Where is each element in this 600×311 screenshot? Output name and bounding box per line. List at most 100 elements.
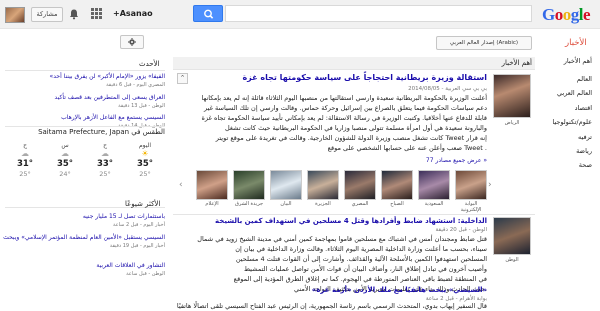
latest-item-link[interactable]: العراق يسعى إلى المتطرفين بعد قصف تأكيد xyxy=(55,94,165,101)
story1-title[interactable]: استقالة وزيرة بريطانية احتجاجاً على سياس… xyxy=(242,73,487,82)
story1-thumbnail-caption[interactable]: الجزيرة xyxy=(308,201,338,207)
nav-item[interactable]: علوم/تكنولوجيا xyxy=(552,118,592,126)
story1-thumbnail[interactable] xyxy=(418,170,450,200)
logo-letter: o xyxy=(562,5,572,24)
bell-icon[interactable] xyxy=(68,8,80,20)
main-section-label: أهم الأخبار xyxy=(501,59,532,67)
main-section-header: أهم الأخبار xyxy=(173,57,535,70)
story2-title[interactable]: الداخلية: استشهاد ضابط وأفرادها وقتل 4 م… xyxy=(215,217,487,225)
search-button[interactable] xyxy=(193,5,223,22)
story-text-line: وأصيب آخرون في تبادل إطلاق النار، وأضاف … xyxy=(243,265,487,273)
story2-meta: الوطن - قبل 20 دقيقة xyxy=(435,227,487,233)
cloud-icon: ☁ xyxy=(61,149,69,158)
story2-photo-caption: الوطن xyxy=(505,257,519,263)
story-text-line: والبارونة سعيدة هي أول امرأة مسلمة تتولى… xyxy=(225,124,487,132)
story-text-line: قتل ضابط ومجندان أمس في اشتباك مع مسلحين… xyxy=(197,235,487,243)
double-chevron-up-icon: ⌃ xyxy=(179,74,186,82)
popular-item-link[interactable]: باستثمارات تصل لـ 15 مليار جنيه xyxy=(83,213,165,220)
weather-temps: 31° 25° xyxy=(10,159,40,178)
latest-item-source: الوطن - قبل 13 دقيقة xyxy=(118,103,165,109)
weather-day: س ☁ 35° 24° xyxy=(50,142,80,178)
story2-photo[interactable] xyxy=(493,217,531,255)
story2-related-text: قال السفير إيهاب بدوي، المتحدث الرسمي با… xyxy=(176,302,487,310)
story1-meta: 2014/08/05 - بي بي سي العربية xyxy=(408,86,487,92)
weather-low: 25° xyxy=(19,170,31,178)
story1-more-sources-link[interactable]: عرض جميع مصادر 77 » xyxy=(426,157,487,164)
chevron-left-icon[interactable]: ‹ xyxy=(179,180,183,190)
logo-letter: e xyxy=(582,5,591,24)
edition-select[interactable]: إصدار العالم العربي (Arabic) xyxy=(436,36,532,50)
story-text-line: صعب وأعلن عنه على حسابها الشخصي على موقع… xyxy=(327,144,487,152)
weather-high: 35° xyxy=(136,159,154,169)
story1-thumbnail[interactable] xyxy=(233,170,265,200)
settings-button[interactable] xyxy=(120,35,144,49)
nav-item[interactable]: رياضة xyxy=(576,147,592,155)
story-text-line: كانت تشغل منصب وزيرة الدولة للشؤون الخار… xyxy=(215,134,487,142)
story1-thumbnail[interactable] xyxy=(270,170,302,200)
nav-item[interactable]: أهم الأخبار xyxy=(564,57,592,65)
avatar[interactable] xyxy=(5,7,25,23)
weather-day-name: ح xyxy=(23,142,27,149)
search-input[interactable] xyxy=(225,5,532,22)
cloud-icon: ☁ xyxy=(101,149,109,158)
story1-thumbnail[interactable] xyxy=(196,170,228,200)
latest-heading: الأحدث xyxy=(139,60,160,68)
user-name-link[interactable]: +Asanao xyxy=(113,9,153,18)
apps-grid-icon[interactable] xyxy=(91,8,102,19)
weather-day-name: اليوم xyxy=(138,142,152,149)
story1-thumbnail-caption[interactable]: الإعلام xyxy=(197,201,227,207)
story1-thumbnail-caption[interactable]: السعودية xyxy=(419,201,449,207)
section-title: الأخبار xyxy=(565,38,587,48)
nav-item[interactable]: اقتصاد xyxy=(575,104,592,112)
share-button[interactable]: مشاركة xyxy=(31,7,63,22)
chevron-right-icon[interactable]: › xyxy=(488,180,492,190)
logo-letter: o xyxy=(554,5,564,24)
latest-item-link[interactable]: السيسي يستمع مع الفاعل الأزهر بالإرهاب xyxy=(61,114,165,121)
story-text-line: سيناء، بحسب ما أعلنت وزارة الداخلية المص… xyxy=(235,245,487,253)
popular-item-link[interactable]: التشاور في العلاقات العربية xyxy=(96,262,165,269)
weather-temps: 33° 25° xyxy=(90,159,120,178)
search-icon xyxy=(204,9,214,19)
story-text-line: دعم سياسات الحكومة فيما يتعلق بالصراع بي… xyxy=(204,104,487,112)
collapse-toggle[interactable]: ⌃ xyxy=(177,73,188,84)
weather-temps: 35° 24° xyxy=(50,159,80,178)
weather-location[interactable]: Saitama Prefecture, Japan xyxy=(38,128,129,136)
story1-thumbnail[interactable] xyxy=(455,170,487,200)
weather-high: 31° xyxy=(16,159,34,169)
sun-icon: ☀ xyxy=(141,149,149,158)
google-logo[interactable]: Google xyxy=(542,5,591,25)
weather-day: ح ☁ 33° 25° xyxy=(90,142,120,178)
story-text-line: في المنطقة لضبط باقي العناصر المتورطة في… xyxy=(233,275,487,283)
latest-item-link[interactable]: «الفيفا» يزور «الإمام الأكبر» لن يفرق بي… xyxy=(50,73,165,80)
weather-low: 25° xyxy=(139,170,151,178)
nav-item[interactable]: العالم xyxy=(577,75,592,83)
story-text-line: قابلة للدفاع عنها أخلاقيا. وكتبت الوزيرة… xyxy=(201,114,487,122)
popular-heading: الأكثر شيوعًا xyxy=(125,200,161,208)
story1-thumbnail-caption[interactable]: الصباح xyxy=(382,201,412,207)
nav-item[interactable]: صحة xyxy=(579,161,592,169)
story1-thumbnail[interactable] xyxy=(307,170,339,200)
weather-day: ح ☁ 31° 25° xyxy=(10,142,40,178)
story1-thumbnail-caption[interactable]: جريدة الشرق xyxy=(234,201,264,207)
weather-day: اليوم ☀ 35° 25° xyxy=(130,142,160,178)
weather-high: 35° xyxy=(56,159,74,169)
story1-thumbnail-caption[interactable]: المصري xyxy=(345,201,375,207)
popular-item-source: الوطن - قبل ساعة xyxy=(126,271,165,277)
story1-thumbnail-caption[interactable]: البيان xyxy=(271,201,301,207)
cloud-icon: ☁ xyxy=(21,149,29,158)
story1-photo-caption: الرياض xyxy=(504,120,520,126)
weather-low: 24° xyxy=(59,170,71,178)
story1-photo[interactable] xyxy=(493,74,531,118)
popular-item-source: أخبار اليوم - قبل 19 دقيقة xyxy=(109,243,165,249)
story1-thumbnail-caption[interactable]: البوابة الإلكترونية xyxy=(456,201,486,213)
story1-thumbnail[interactable] xyxy=(344,170,376,200)
weather-high: 33° xyxy=(96,159,114,169)
weather-low: 25° xyxy=(99,170,111,178)
logo-letter: g xyxy=(570,5,580,24)
story1-thumbnail[interactable] xyxy=(381,170,413,200)
weather-temps: 35° 25° xyxy=(130,159,160,178)
story2-related-link[interactable]: «السيسي» يبحث هاتفيًا مع ملك الأردن «أزم… xyxy=(312,286,487,294)
nav-item[interactable]: ترفيه xyxy=(578,133,592,141)
nav-item[interactable]: العالم العربي xyxy=(557,89,592,97)
popular-item-link[interactable]: السيسي يستقبل «الأمين العام لمنظمة المؤت… xyxy=(3,234,165,241)
